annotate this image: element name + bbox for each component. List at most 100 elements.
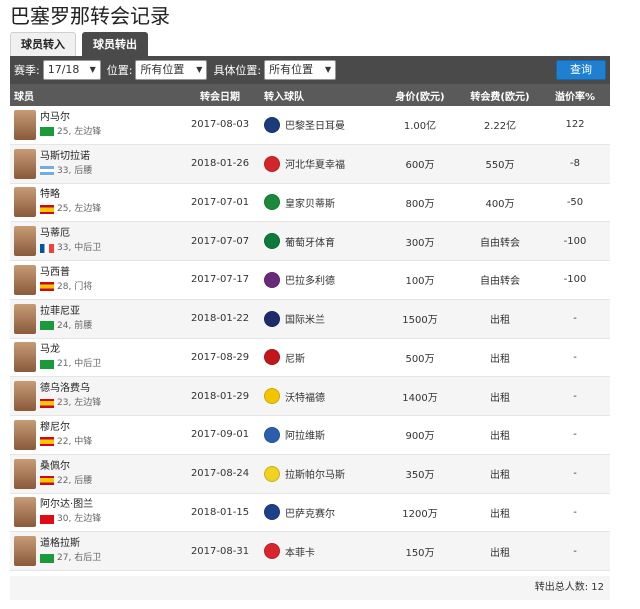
position-select[interactable]: 所有位置 ▼ [135,60,208,80]
player-age: 23 [57,398,69,409]
table-row[interactable]: 马西普 28, 门将 2017-07-17 巴拉多利德 100万 自由转会 -1… [10,261,610,300]
premium-rate: - [573,313,577,325]
player-position: 后腰 [74,165,93,176]
table-row[interactable]: 阿尔达·图兰 30, 左边锋 2018-01-15 巴萨克赛尔 1200万 出租… [10,494,610,533]
player-name[interactable]: 穆尼尔 [40,421,92,435]
player-info: 阿尔达·图兰 30, 左边锋 [40,498,101,526]
spain-flag-icon [40,282,54,292]
column-header-premium: 溢价率% [554,91,596,103]
player-info: 特略 25, 左边锋 [40,188,101,216]
player-details: 33, 中后卫 [40,241,101,255]
player-photo [14,497,36,528]
team-name[interactable]: 河北华夏幸福 [285,156,345,171]
team-cell: 巴萨克赛尔 [260,504,380,521]
player-info: 道格拉斯 27, 右后卫 [40,537,101,565]
detail-position-select[interactable]: 所有位置 ▼ [264,60,337,80]
table-row[interactable]: 穆尼尔 22, 中锋 2017-09-01 阿拉维斯 900万 出租 - [10,416,610,455]
player-photo [14,303,36,334]
player-cell: 马龙 21, 中后卫 [10,342,180,373]
team-name[interactable]: 葡萄牙体育 [285,234,335,249]
player-name[interactable]: 阿尔达·图兰 [40,498,101,512]
team-name[interactable]: 皇家贝蒂斯 [285,195,335,210]
transfer-fee: 出租 [490,431,510,443]
player-photo [14,187,36,218]
player-age: 33 [57,243,69,254]
chevron-down-icon: ▼ [89,65,96,74]
transfer-date: 2017-07-07 [190,235,250,247]
transfer-date: 2018-01-26 [190,158,250,170]
team-cell: 河北华夏幸福 [260,155,380,172]
premium-rate: - [573,506,577,518]
player-photo [14,226,36,257]
transfer-fee: 出租 [490,508,510,520]
team-logo-icon [264,271,280,288]
team-name[interactable]: 沃特福德 [285,389,325,404]
player-photo [14,148,36,179]
team-cell: 沃特福德 [260,388,380,405]
player-name[interactable]: 拉菲尼亚 [40,305,92,319]
player-cell: 马西普 28, 门将 [10,264,180,295]
player-name[interactable]: 道格拉斯 [40,537,101,551]
player-name[interactable]: 桑佩尔 [40,460,92,474]
player-name[interactable]: 内马尔 [40,111,101,125]
team-cell: 阿拉维斯 [260,426,380,443]
player-position: 前腰 [74,320,93,331]
table-row[interactable]: 马斯切拉诺 33, 后腰 2018-01-26 河北华夏幸福 600万 550万… [10,144,610,184]
tab-bar: 球员转入 球员转出 [10,32,154,56]
tab-transfers-in[interactable]: 球员转入 [10,32,76,56]
transfer-date: 2017-08-31 [190,545,250,557]
premium-rate: -100 [563,235,587,247]
table-row[interactable]: 特略 25, 左边锋 2017-07-01 皇家贝蒂斯 800万 400万 -5… [10,184,610,223]
table-row[interactable]: 马蒂厄 33, 中后卫 2017-07-07 葡萄牙体育 300万 自由转会 -… [10,222,610,261]
player-name[interactable]: 马龙 [40,343,101,357]
player-details: 25, 左边锋 [40,202,101,216]
query-button[interactable]: 查询 [556,60,606,80]
player-details: 21, 中后卫 [40,357,101,371]
team-name[interactable]: 本菲卡 [285,544,315,559]
player-name[interactable]: 德乌洛费乌 [40,382,101,396]
transfer-date: 2017-08-29 [190,351,250,363]
team-logo-icon [264,543,280,560]
position-value: 所有位置 [140,63,185,76]
player-name[interactable]: 特略 [40,188,101,202]
player-name[interactable]: 马蒂厄 [40,227,101,241]
player-photo [14,109,36,140]
transfer-fee: 出租 [490,392,510,404]
filter-bar: 赛季: 17/18 ▼ 位置: 所有位置 ▼ 具体位置: 所有位置 ▼ 查询 [10,56,610,84]
brazil-flag-icon [40,127,54,137]
table-row[interactable]: 桑佩尔 22, 后腰 2017-08-24 拉斯帕尔马斯 350万 出租 - [10,454,610,494]
team-cell: 拉斯帕尔马斯 [260,465,380,482]
team-name[interactable]: 阿拉维斯 [285,427,325,442]
team-name[interactable]: 尼斯 [285,350,305,365]
market-value: 600万 [405,160,435,172]
team-logo-icon [264,388,280,405]
table-row[interactable]: 内马尔 25, 左边锋 2017-08-03 巴黎圣日耳曼 1.00亿 2.22… [10,106,610,145]
player-cell: 道格拉斯 27, 右后卫 [10,536,180,567]
table-row[interactable]: 拉菲尼亚 24, 前腰 2018-01-22 国际米兰 1500万 出租 - [10,299,610,339]
player-photo [14,419,36,450]
player-name[interactable]: 马斯切拉诺 [40,150,92,164]
france-flag-icon [40,243,54,253]
transfer-date: 2017-09-01 [190,429,250,441]
premium-rate: - [573,351,577,363]
column-header-team: 转入球队 [264,91,304,103]
table-row[interactable]: 德乌洛费乌 23, 左边锋 2018-01-29 沃特福德 1400万 出租 - [10,377,610,416]
player-position: 中后卫 [74,359,102,370]
table-row[interactable]: 马龙 21, 中后卫 2017-08-29 尼斯 500万 出租 - [10,339,610,378]
team-name[interactable]: 拉斯帕尔马斯 [285,466,345,481]
tab-transfers-out[interactable]: 球员转出 [82,32,148,56]
team-logo-icon [264,116,280,133]
player-cell: 马蒂厄 33, 中后卫 [10,226,180,257]
table-row[interactable]: 道格拉斯 27, 右后卫 2017-08-31 本菲卡 150万 出租 - [10,532,610,571]
player-details: 25, 左边锋 [40,125,101,139]
chevron-down-icon: ▼ [325,65,332,74]
team-name[interactable]: 巴黎圣日耳曼 [285,117,345,132]
team-name[interactable]: 巴拉多利德 [285,272,335,287]
season-select[interactable]: 17/18 ▼ [42,60,101,80]
team-logo-icon [264,310,280,327]
player-details: 22, 后腰 [40,474,92,488]
team-name[interactable]: 巴萨克赛尔 [285,505,335,520]
player-name[interactable]: 马西普 [40,266,92,280]
team-name[interactable]: 国际米兰 [285,311,325,326]
market-value: 500万 [405,353,435,365]
